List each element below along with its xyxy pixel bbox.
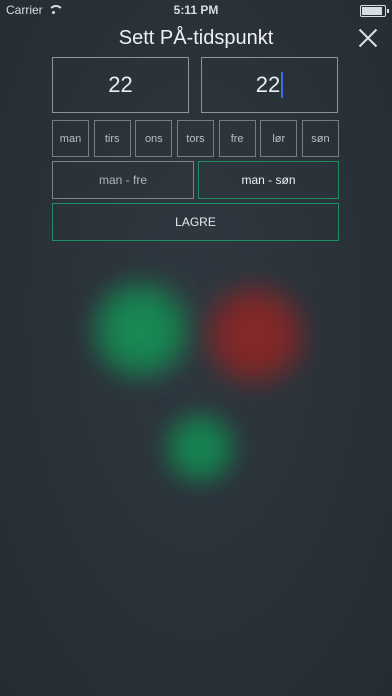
day-toggle-ons[interactable]: ons bbox=[135, 120, 173, 157]
day-toggle-son[interactable]: søn bbox=[301, 120, 339, 157]
day-toggle-tirs[interactable]: tirs bbox=[93, 120, 131, 157]
status-time: 5:11 PM bbox=[173, 3, 219, 17]
green-light-indicator bbox=[86, 275, 196, 385]
day-toggle-man[interactable]: man bbox=[52, 120, 89, 157]
minutes-value: 22 bbox=[255, 72, 281, 97]
preset-all-week-button[interactable]: man - søn bbox=[198, 161, 339, 199]
day-toggle-tors[interactable]: tors bbox=[176, 120, 214, 157]
save-button[interactable]: LAGRE bbox=[52, 203, 339, 241]
day-selector: man tirs ons tors fre lør søn bbox=[52, 120, 339, 157]
red-light-indicator bbox=[200, 280, 310, 390]
text-caret bbox=[281, 72, 284, 98]
minutes-field[interactable]: 22 bbox=[201, 57, 338, 113]
hours-field[interactable]: 22 bbox=[52, 57, 189, 113]
battery-icon bbox=[360, 5, 389, 17]
hours-value: 22 bbox=[108, 72, 133, 97]
day-toggle-fre[interactable]: fre bbox=[218, 120, 256, 157]
status-bar: Carrier 5:11 PM bbox=[0, 0, 392, 20]
day-toggle-lor[interactable]: lør bbox=[260, 120, 298, 157]
small-green-light-indicator bbox=[160, 408, 240, 488]
close-icon[interactable] bbox=[358, 28, 378, 48]
preset-weekdays-button[interactable]: man - fre bbox=[52, 161, 194, 199]
page-title: Sett PÅ-tidspunkt bbox=[118, 27, 274, 49]
